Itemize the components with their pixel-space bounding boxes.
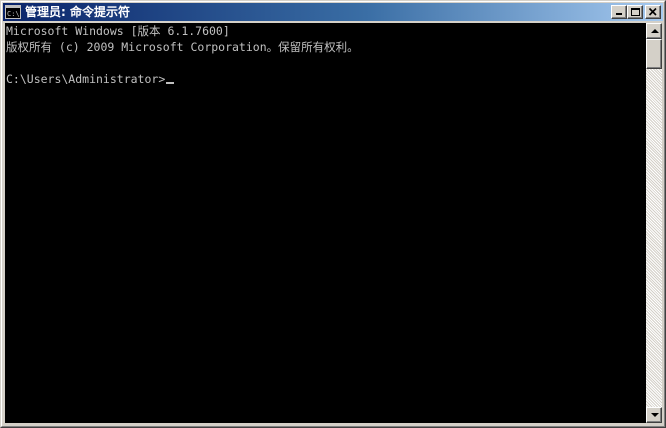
arrow-down-icon xyxy=(651,413,659,417)
console-prompt-line[interactable]: C:\Users\Administrator> xyxy=(5,71,646,87)
close-button[interactable] xyxy=(645,5,661,19)
cmd-icon[interactable]: C:\ xyxy=(5,5,21,19)
window-title: 管理员: 命令提示符 xyxy=(25,5,130,19)
cmd-icon-label: C:\ xyxy=(7,10,20,18)
minimize-icon xyxy=(616,13,622,15)
console-output[interactable]: Microsoft Windows [版本 6.1.7600] 版权所有 (c)… xyxy=(5,23,646,423)
text-cursor xyxy=(166,82,175,84)
title-bar[interactable]: C:\ 管理员: 命令提示符 xyxy=(3,3,663,21)
console-line-version: Microsoft Windows [版本 6.1.7600] xyxy=(6,24,230,38)
window-controls xyxy=(611,5,661,19)
scroll-down-button[interactable] xyxy=(646,407,662,423)
vertical-scrollbar[interactable] xyxy=(646,23,662,423)
minimize-button[interactable] xyxy=(611,5,627,19)
arrow-up-icon xyxy=(651,29,659,33)
command-prompt-window: C:\ 管理员: 命令提示符 Microsoft Windows [版本 6.1… xyxy=(0,0,666,428)
console-prompt: C:\Users\Administrator> xyxy=(6,72,166,86)
maximize-button[interactable] xyxy=(627,5,643,19)
scroll-thumb[interactable] xyxy=(646,39,662,69)
close-icon xyxy=(648,7,657,16)
maximize-icon xyxy=(631,8,640,16)
scroll-up-button[interactable] xyxy=(646,23,662,39)
console-line-copyright: 版权所有 (c) 2009 Microsoft Corporation。保留所有… xyxy=(6,40,359,54)
